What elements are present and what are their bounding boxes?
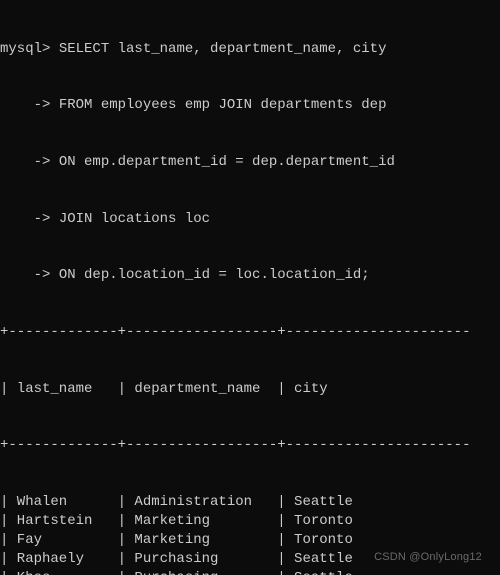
query-line-2: -> FROM employees emp JOIN departments d… — [0, 96, 500, 115]
table-row: | Khoo | Purchasing | Seattle — [0, 569, 500, 575]
continuation-prompt: -> — [0, 211, 50, 227]
table-row: | Hartstein | Marketing | Toronto — [0, 512, 500, 531]
table-header-row: | last_name | department_name | city — [0, 380, 500, 399]
table-separator-mid: +-------------+------------------+------… — [0, 436, 500, 455]
continuation-prompt: -> — [0, 267, 50, 283]
query-line-5: -> ON dep.location_id = loc.location_id; — [0, 266, 500, 285]
table-separator-top: +-------------+------------------+------… — [0, 323, 500, 342]
table-row: | Whalen | Administration | Seattle — [0, 493, 500, 512]
continuation-prompt: -> — [0, 154, 50, 170]
terminal-output[interactable]: mysql> SELECT last_name, department_name… — [0, 0, 500, 575]
mysql-prompt: mysql> — [0, 41, 50, 57]
query-line-1: mysql> SELECT last_name, department_name… — [0, 40, 500, 59]
watermark-text: CSDN @OnlyLong12 — [374, 550, 482, 565]
query-line-4: -> JOIN locations loc — [0, 210, 500, 229]
table-row: | Fay | Marketing | Toronto — [0, 531, 500, 550]
continuation-prompt: -> — [0, 97, 50, 113]
query-line-3: -> ON emp.department_id = dep.department… — [0, 153, 500, 172]
